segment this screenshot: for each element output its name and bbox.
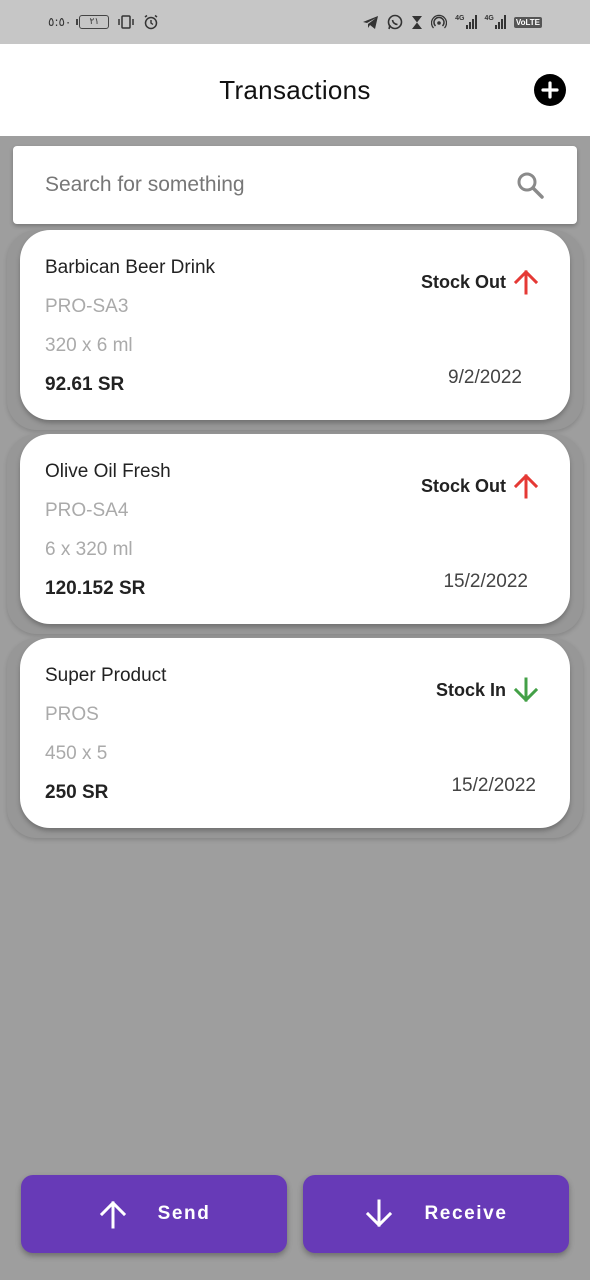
transaction-price: 92.61 SR <box>45 374 125 395</box>
status-label: Stock In <box>435 679 506 700</box>
arrow-down-icon <box>513 677 539 703</box>
arrow-up-icon <box>99 1200 126 1229</box>
hotspot-icon <box>431 14 448 30</box>
transaction-quantity: 320 x 6 ml <box>45 335 133 356</box>
battery-icon: ٢١ <box>76 15 110 29</box>
alarm-icon <box>143 14 159 30</box>
transaction-price: 120.152 SR <box>45 578 146 599</box>
app-header: Transactions <box>0 44 590 136</box>
transaction-item[interactable]: Super Product PROS 450 x 5 250 SR Stock … <box>7 638 583 838</box>
volte-badge: VoLTE <box>513 16 542 28</box>
transaction-date: 9/2/2022 <box>448 367 522 388</box>
receive-button[interactable]: Receive <box>303 1175 569 1253</box>
transaction-card[interactable]: Barbican Beer Drink PRO-SA3 320 x 6 ml 9… <box>20 230 570 420</box>
status-time: ٥:٥٠ <box>48 15 72 29</box>
transaction-date: 15/2/2022 <box>451 775 536 796</box>
add-transaction-button[interactable] <box>534 74 566 106</box>
arrow-up-icon <box>513 269 539 295</box>
transaction-name: Olive Oil Fresh <box>45 461 171 482</box>
transaction-name: Barbican Beer Drink <box>45 257 216 278</box>
search-bar <box>13 146 577 224</box>
send-button-label: Send <box>157 1203 211 1224</box>
arrow-up-icon <box>513 473 539 499</box>
hourglass-icon <box>411 15 423 30</box>
transaction-price: 250 SR <box>45 782 109 803</box>
status-right: 4G 4G VoLTE <box>362 14 542 30</box>
status-left: ٥:٥٠ ٢١ <box>48 14 159 30</box>
transaction-card[interactable]: Super Product PROS 450 x 5 250 SR Stock … <box>20 638 570 828</box>
transaction-item[interactable]: Olive Oil Fresh PRO-SA4 6 x 320 ml 120.1… <box>7 434 583 634</box>
transaction-code: PROS <box>45 704 99 725</box>
transaction-card[interactable]: Olive Oil Fresh PRO-SA4 6 x 320 ml 120.1… <box>20 434 570 624</box>
transaction-status: Stock Out <box>421 472 540 500</box>
transaction-status: Stock Out <box>421 268 540 296</box>
arrow-down-icon <box>366 1199 393 1228</box>
status-label: Stock Out <box>420 271 506 292</box>
status-bar: ٥:٥٠ ٢١ 4G 4G VoLTE <box>0 0 590 44</box>
whatsapp-icon <box>387 14 403 30</box>
transaction-quantity: 450 x 5 <box>45 743 108 764</box>
transaction-item[interactable]: Barbican Beer Drink PRO-SA3 320 x 6 ml 9… <box>7 230 583 430</box>
signal-1-icon: 4G <box>455 15 477 29</box>
transaction-date: 15/2/2022 <box>443 571 528 592</box>
status-label: Stock Out <box>420 475 506 496</box>
signal-2-icon: 4G <box>485 15 506 29</box>
network-2-label: 4G <box>484 15 494 22</box>
transaction-code: PRO-SA4 <box>45 500 129 521</box>
transaction-quantity: 6 x 320 ml <box>45 539 133 560</box>
search-icon[interactable] <box>515 170 545 200</box>
page-title: Transactions <box>219 74 371 105</box>
send-button[interactable]: Send <box>21 1175 287 1253</box>
vibrate-icon <box>117 15 135 29</box>
transaction-name: Super Product <box>45 665 167 686</box>
search-input[interactable] <box>45 173 515 197</box>
transaction-code: PRO-SA3 <box>45 296 129 317</box>
transaction-status: Stock In <box>436 676 540 704</box>
telegram-icon <box>362 15 379 30</box>
network-1-label: 4G <box>455 15 465 22</box>
plus-circle-icon <box>541 81 559 99</box>
receive-button-label: Receive <box>424 1203 508 1224</box>
